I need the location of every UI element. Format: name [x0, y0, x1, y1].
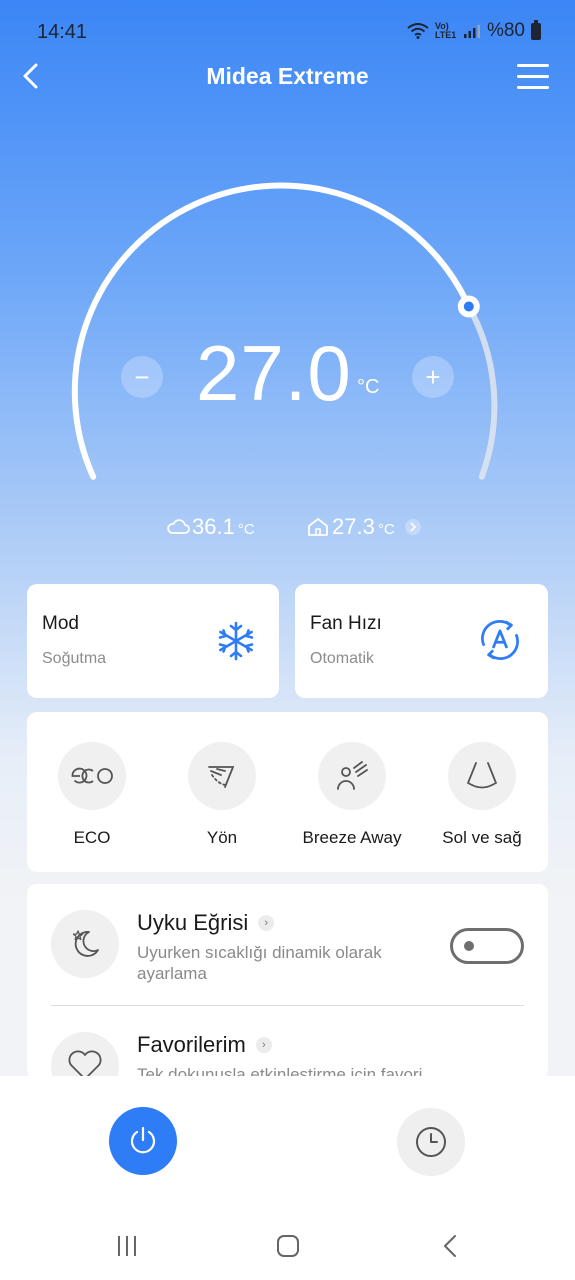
feature-label: Sol ve sağ: [442, 828, 522, 847]
app-header: Midea Extreme: [0, 54, 575, 102]
fan-speed-label: Fan Hızı: [310, 613, 382, 634]
moon-icon: [72, 930, 99, 957]
recent-apps-icon: [118, 1236, 136, 1256]
fan-auto-icon: [481, 620, 519, 660]
home-button[interactable]: [273, 1232, 303, 1260]
feature-panel: ECO Yön Breeze Away Sol ve sağ: [27, 712, 548, 872]
outdoor-temperature-value: 36.1: [192, 514, 235, 539]
chevron-right-icon[interactable]: [404, 519, 421, 535]
mode-value: Soğutma: [42, 650, 107, 667]
cloud-icon: [167, 519, 190, 534]
fan-speed-value: Otomatik: [310, 650, 375, 667]
menu-button[interactable]: [517, 63, 549, 91]
settings-panel: Uyku Eğrisi › Uyurken sıcaklığı dinamik …: [27, 884, 548, 1080]
system-back-button[interactable]: [435, 1232, 465, 1260]
back-icon: [444, 1235, 456, 1257]
sleep-curve-title[interactable]: Uyku Eğrisi ›: [137, 910, 275, 936]
eco-icon: [71, 767, 113, 784]
snowflake-icon: [218, 621, 254, 661]
power-button[interactable]: [109, 1107, 177, 1175]
wifi-icon: [407, 23, 429, 39]
temperature-unit: °C: [357, 376, 380, 398]
feature-label: Yön: [206, 828, 238, 847]
home-icon: [277, 1235, 299, 1257]
hamburger-menu-icon: [517, 64, 549, 89]
feature-label: Breeze Away: [302, 828, 402, 847]
timer-button[interactable]: [397, 1108, 465, 1176]
sleep-curve-icon-container: [51, 910, 119, 978]
favorites-icon-container: [51, 1032, 119, 1080]
favorites-title-text: Favorilerim: [137, 1032, 246, 1057]
sleep-curve-toggle[interactable]: [450, 928, 524, 964]
temperature-dial[interactable]: − 27.0 °C +: [0, 180, 575, 500]
power-icon: [130, 1126, 156, 1154]
sleep-curve-title-text: Uyku Eğrisi: [137, 910, 249, 935]
toggle-knob: [464, 941, 474, 951]
signal-icon: [463, 25, 480, 38]
sleep-curve-description: Uyurken sıcaklığı dinamik olarak ayarlam…: [137, 943, 382, 983]
increase-temperature-button[interactable]: +: [412, 356, 454, 398]
temperature-setpoint: 27.0: [196, 329, 352, 417]
indoor-temperature[interactable]: 27.3 °C: [306, 514, 421, 540]
recent-apps-button[interactable]: [112, 1232, 142, 1260]
battery-percent: %80: [486, 20, 525, 41]
breeze-away-icon: [337, 761, 368, 790]
divider: [51, 1005, 524, 1006]
favorites-row[interactable]: Favorilerim › Tek dokunuşla etkinleştirm…: [51, 1032, 524, 1080]
feature-label: ECO: [73, 828, 111, 847]
outdoor-temperature: 36.1 °C: [166, 514, 255, 540]
indoor-temperature-unit: °C: [377, 520, 395, 538]
chevron-right-icon[interactable]: ›: [258, 915, 275, 931]
house-icon: [308, 518, 328, 536]
chevron-right-icon[interactable]: ›: [255, 1037, 272, 1053]
indoor-temperature-value: 27.3: [332, 514, 375, 539]
feature-swing-left-right[interactable]: Sol ve sağ: [417, 742, 547, 848]
system-navigation-bar: [0, 1200, 575, 1280]
status-time: 14:41: [37, 21, 88, 43]
direction-icon: [208, 766, 235, 788]
temperature-readings: 36.1 °C 27.3 °C: [0, 514, 575, 544]
feature-direction[interactable]: Yön: [157, 742, 287, 848]
mode-card[interactable]: Mod Soğutma: [27, 584, 279, 698]
decrease-temperature-button[interactable]: −: [121, 356, 163, 398]
page-title: Midea Extreme: [206, 63, 369, 89]
fan-speed-card[interactable]: Fan Hızı Otomatik: [295, 584, 548, 698]
feature-breeze-away[interactable]: Breeze Away: [287, 742, 417, 848]
outdoor-temperature-unit: °C: [237, 520, 255, 538]
favorites-title[interactable]: Favorilerim ›: [137, 1032, 272, 1058]
network-badge: Vo) LTE1: [434, 21, 457, 40]
battery-icon: [531, 19, 541, 40]
mode-label: Mod: [42, 613, 79, 634]
bottom-control-bar: [0, 1076, 575, 1200]
feature-eco[interactable]: ECO: [27, 742, 157, 848]
status-icons: Vo) LTE1 %80: [407, 19, 541, 42]
clock-icon: [416, 1127, 446, 1157]
sleep-curve-row[interactable]: Uyku Eğrisi › Uyurken sıcaklığı dinamik …: [51, 910, 524, 1000]
swing-left-right-icon: [467, 762, 497, 789]
